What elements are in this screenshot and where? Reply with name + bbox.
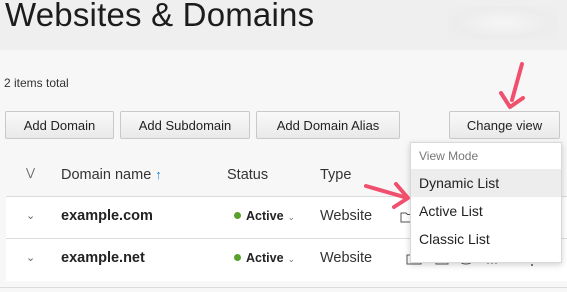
chevron-down-icon: ⌄ bbox=[287, 254, 296, 264]
header-decoration bbox=[448, 6, 558, 40]
page-header: Websites & Domains bbox=[0, 0, 567, 50]
status-label: Active bbox=[246, 251, 284, 265]
menu-item-dynamic-list[interactable]: Dynamic List bbox=[411, 169, 561, 197]
status-badge[interactable]: Active ⌄ bbox=[234, 209, 295, 223]
menu-item-classic-list[interactable]: Classic List bbox=[411, 225, 561, 253]
status-dot bbox=[234, 254, 241, 261]
add-domain-alias-button[interactable]: Add Domain Alias bbox=[256, 111, 400, 139]
column-domain-name[interactable]: Domain name ↑ bbox=[61, 167, 162, 183]
arrow-up-icon: ↑ bbox=[155, 167, 162, 182]
status-dot bbox=[234, 212, 241, 219]
domain-type: Website bbox=[320, 208, 373, 224]
table-divider bbox=[0, 287, 567, 288]
domain-name[interactable]: example.net bbox=[61, 250, 145, 266]
page-title: Websites & Domains bbox=[5, 0, 315, 33]
status-label: Active bbox=[246, 209, 284, 223]
expand-all-icon[interactable]: ⋁ bbox=[26, 166, 35, 179]
view-mode-header: View Mode bbox=[419, 149, 479, 163]
items-total: 2 items total bbox=[4, 76, 69, 90]
change-view-button[interactable]: Change view bbox=[449, 111, 560, 139]
chevron-down-icon: ⌄ bbox=[287, 212, 296, 222]
chevron-down-icon[interactable]: ⌄ bbox=[26, 209, 35, 222]
column-type[interactable]: Type bbox=[320, 167, 351, 183]
column-status[interactable]: Status bbox=[227, 167, 268, 183]
chevron-down-icon[interactable]: ⌄ bbox=[26, 251, 35, 264]
add-subdomain-button[interactable]: Add Subdomain bbox=[120, 111, 250, 139]
status-badge[interactable]: Active ⌄ bbox=[234, 251, 295, 265]
menu-item-active-list[interactable]: Active List bbox=[411, 197, 561, 225]
view-mode-menu: View Mode Dynamic List Active List Class… bbox=[410, 142, 562, 263]
domain-type: Website bbox=[320, 250, 373, 266]
domain-name[interactable]: example.com bbox=[61, 208, 153, 224]
add-domain-button[interactable]: Add Domain bbox=[5, 111, 114, 139]
column-domain-name-label: Domain name bbox=[61, 167, 152, 183]
